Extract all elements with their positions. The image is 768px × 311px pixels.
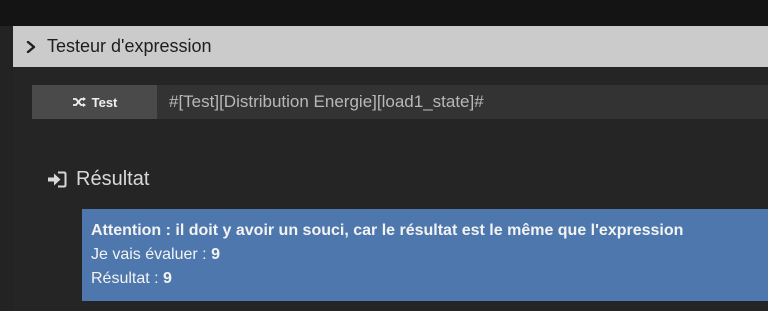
result-alert: Attention : il doit y avoir un souci, ca… bbox=[82, 209, 768, 301]
expression-input[interactable] bbox=[157, 85, 768, 119]
test-button-label: Test bbox=[91, 94, 118, 110]
random-icon bbox=[72, 97, 86, 107]
result-line: Résultat : 9 bbox=[91, 267, 759, 291]
expression-tester-panel: Testeur d'expression Test Résultat bbox=[13, 26, 768, 311]
result-heading: Résultat bbox=[47, 165, 149, 193]
evaluating-value: 9 bbox=[211, 246, 220, 263]
evaluating-line: Je vais évaluer : 9 bbox=[91, 243, 759, 267]
result-title: Résultat bbox=[76, 167, 150, 190]
test-row: Test bbox=[32, 85, 768, 119]
left-sidebar-edge bbox=[0, 26, 13, 311]
chevron-right-icon[interactable] bbox=[23, 40, 39, 53]
evaluating-label: Je vais évaluer : bbox=[91, 246, 212, 263]
sign-in-icon bbox=[48, 171, 67, 187]
result-value: 9 bbox=[163, 270, 172, 287]
panel-header[interactable]: Testeur d'expression bbox=[13, 26, 768, 67]
warning-text: Attention : il doit y avoir un souci, ca… bbox=[91, 222, 684, 239]
panel-title: Testeur d'expression bbox=[47, 36, 212, 56]
panel-body: Test Résultat Attention : il doit y avoi… bbox=[13, 67, 768, 311]
test-button[interactable]: Test bbox=[32, 85, 157, 119]
result-label: Résultat : bbox=[91, 270, 164, 287]
top-strip bbox=[0, 0, 768, 26]
